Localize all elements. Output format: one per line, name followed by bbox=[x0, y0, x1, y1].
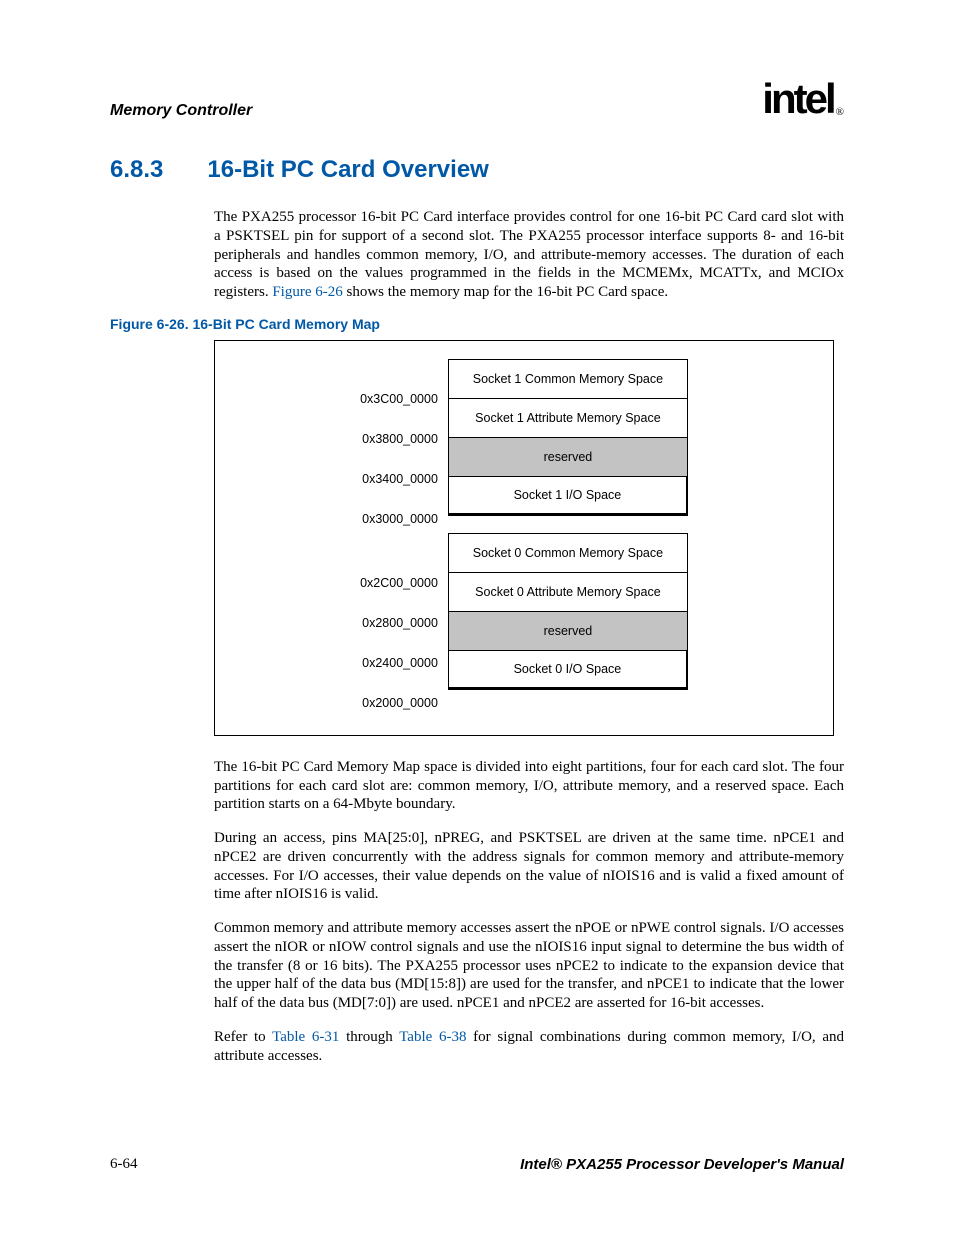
paragraph-intro: The PXA255 processor 16-bit PC Card inte… bbox=[214, 208, 844, 302]
addr-label: 0x2C00_0000 bbox=[360, 563, 438, 603]
gap bbox=[448, 516, 688, 534]
figure-memory-map: 0x3C00_0000 0x3800_0000 0x3400_0000 0x30… bbox=[214, 340, 834, 736]
block-column: Socket 1 Common Memory Space Socket 1 At… bbox=[448, 359, 688, 690]
addr-label: 0x3400_0000 bbox=[362, 459, 438, 499]
logo-text: intel bbox=[762, 78, 833, 120]
mem-block-reserved: reserved bbox=[448, 437, 688, 477]
addr-label: 0x2800_0000 bbox=[362, 603, 438, 643]
mem-block: Socket 0 Common Memory Space bbox=[448, 533, 688, 573]
addr-label: 0x3800_0000 bbox=[362, 419, 438, 459]
paragraph: During an access, pins MA[25:0], nPREG, … bbox=[214, 829, 844, 904]
addr-label: 0x2000_0000 bbox=[362, 683, 438, 723]
text: through bbox=[339, 1029, 399, 1045]
manual-title: Intel® PXA255 Processor Developer's Manu… bbox=[520, 1156, 844, 1173]
mem-block: Socket 1 Attribute Memory Space bbox=[448, 398, 688, 438]
memory-map-diagram: 0x3C00_0000 0x3800_0000 0x3400_0000 0x30… bbox=[360, 359, 688, 723]
mem-block: Socket 0 Attribute Memory Space bbox=[448, 572, 688, 612]
paragraph: Common memory and attribute memory acces… bbox=[214, 919, 844, 1013]
figure-caption: Figure 6-26. 16-Bit PC Card Memory Map bbox=[110, 316, 844, 332]
mem-block: Socket 1 Common Memory Space bbox=[448, 359, 688, 399]
mem-block: Socket 1 I/O Space bbox=[448, 476, 688, 516]
mem-block-reserved: reserved bbox=[448, 611, 688, 651]
addr-label: 0x3C00_0000 bbox=[360, 379, 438, 419]
page: Memory Controller intel ® 6.8.3 16-Bit P… bbox=[0, 0, 954, 1235]
link-figure-6-26[interactable]: Figure 6-26 bbox=[272, 284, 342, 300]
paragraph: The 16-bit PC Card Memory Map space is d… bbox=[214, 758, 844, 814]
section-heading: 6.8.3 16-Bit PC Card Overview bbox=[110, 156, 844, 184]
link-table-6-38[interactable]: Table 6-38 bbox=[399, 1029, 466, 1045]
intel-logo: intel ® bbox=[762, 78, 844, 120]
chapter-title: Memory Controller bbox=[110, 102, 252, 120]
section-title: 16-Bit PC Card Overview bbox=[207, 156, 488, 184]
paragraph-refer: Refer to Table 6-31 through Table 6-38 f… bbox=[214, 1028, 844, 1066]
page-number: 6-64 bbox=[110, 1156, 138, 1173]
section-number: 6.8.3 bbox=[110, 156, 163, 184]
addr-label: 0x3000_0000 bbox=[362, 499, 438, 539]
text: Refer to bbox=[214, 1029, 272, 1045]
registered-icon: ® bbox=[836, 106, 844, 118]
page-footer: 6-64 Intel® PXA255 Processor Developer's… bbox=[110, 1156, 844, 1173]
addr-label: 0x2400_0000 bbox=[362, 643, 438, 683]
link-table-6-31[interactable]: Table 6-31 bbox=[272, 1029, 339, 1045]
text: shows the memory map for the 16-bit PC C… bbox=[343, 284, 668, 300]
mem-block: Socket 0 I/O Space bbox=[448, 650, 688, 690]
address-column: 0x3C00_0000 0x3800_0000 0x3400_0000 0x30… bbox=[360, 359, 448, 723]
running-header: Memory Controller intel ® bbox=[110, 78, 844, 120]
